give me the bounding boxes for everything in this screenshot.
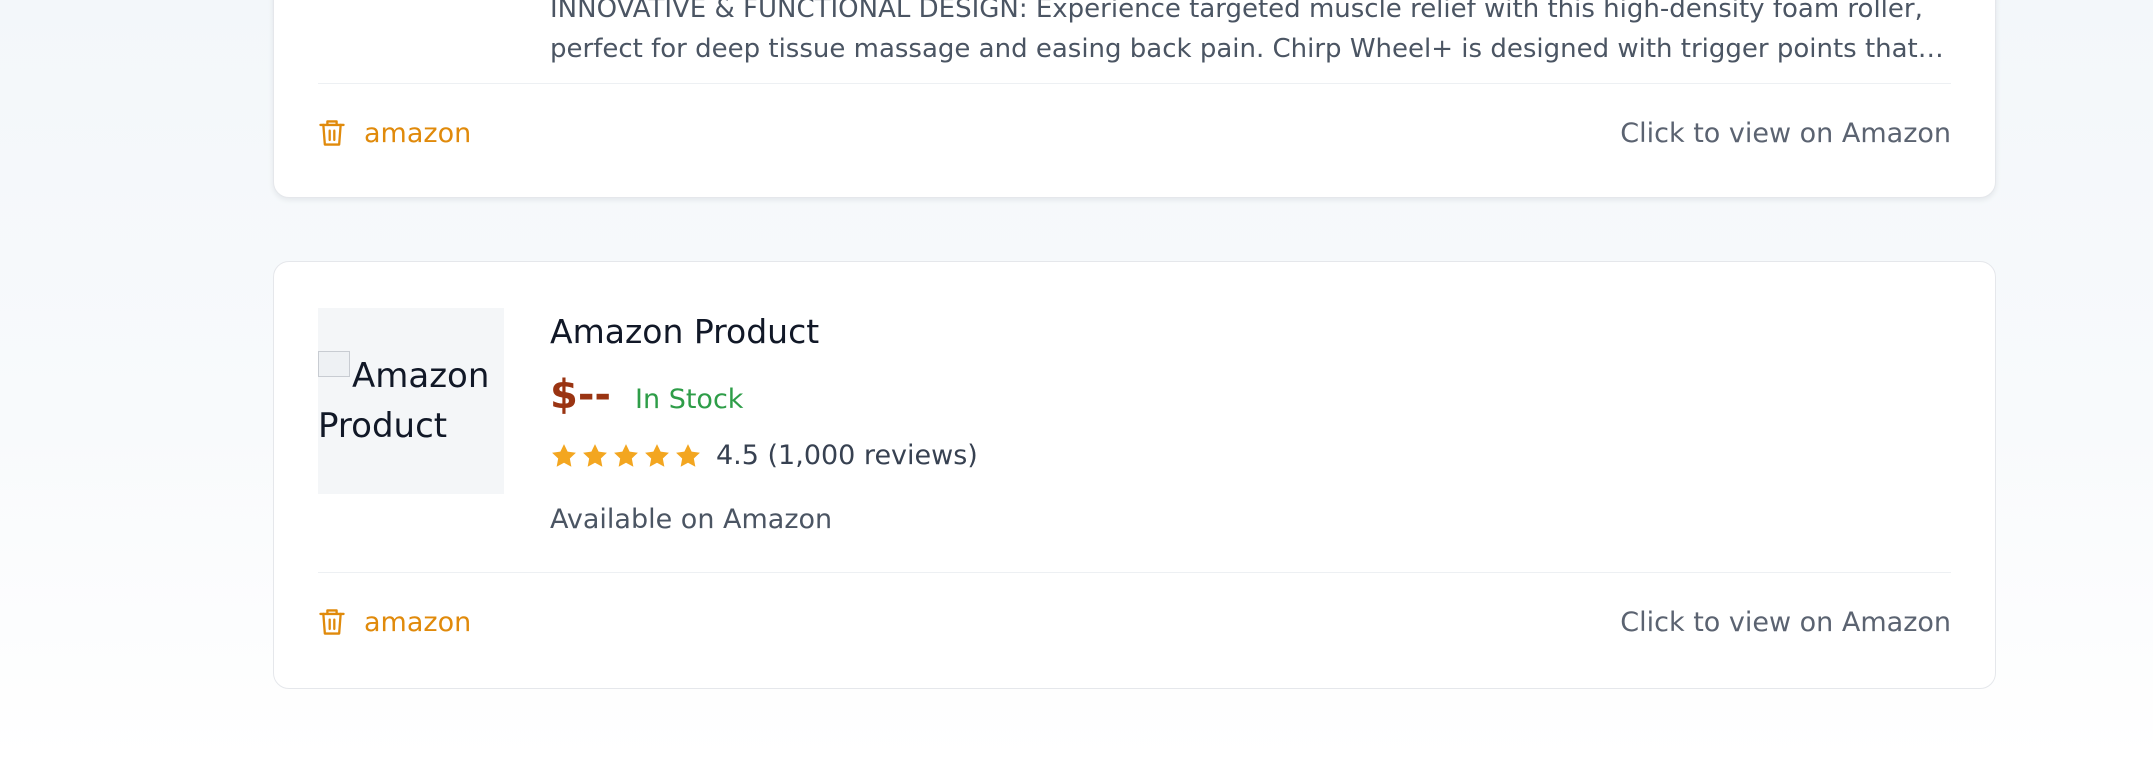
price-row: $-- In Stock — [550, 372, 743, 418]
product-price: $-- — [550, 372, 612, 418]
star-icon — [676, 443, 700, 467]
image-alt-text: Product — [318, 406, 448, 446]
rating-row: 4.5 (1,000 reviews) — [550, 440, 978, 471]
product-description: INNOVATIVE & FUNCTIONAL DESIGN: Experien… — [550, 0, 1950, 69]
product-card[interactable]: Amazon Product Amazon Product $-- In Sto… — [273, 261, 1996, 689]
card-footer: amazon Click to view on Amazon — [318, 602, 1951, 642]
view-on-amazon-link[interactable]: Click to view on Amazon — [1620, 118, 1951, 149]
source-badge: amazon — [318, 118, 471, 149]
broken-image-alt: Amazon Product — [318, 351, 489, 451]
description-line: perfect for deep tissue massage and easi… — [550, 34, 1944, 64]
star-rating — [550, 442, 702, 470]
trash-icon — [319, 120, 345, 146]
broken-image-icon — [318, 351, 350, 377]
product-image[interactable]: Amazon Product — [318, 308, 504, 494]
source-badge: amazon — [318, 607, 471, 638]
card-divider — [318, 572, 1951, 573]
availability-text: Available on Amazon — [550, 504, 833, 535]
star-icon — [645, 443, 669, 467]
card-divider — [318, 83, 1951, 84]
stock-status: In Stock — [635, 384, 744, 415]
product-title[interactable]: Amazon Product — [550, 312, 819, 351]
trash-icon — [319, 609, 345, 635]
star-icon — [552, 443, 576, 467]
star-icon — [583, 443, 607, 467]
source-label: amazon — [364, 606, 472, 638]
view-on-amazon-link[interactable]: Click to view on Amazon — [1620, 607, 1951, 638]
card-footer: amazon Click to view on Amazon — [318, 113, 1951, 153]
description-line: INNOVATIVE & FUNCTIONAL DESIGN: Experien… — [550, 0, 1923, 24]
source-label: amazon — [364, 117, 472, 149]
rating-text: 4.5 (1,000 reviews) — [716, 440, 978, 471]
star-icon — [614, 443, 638, 467]
image-alt-text: Amazon — [352, 356, 490, 396]
product-card[interactable]: INNOVATIVE & FUNCTIONAL DESIGN: Experien… — [273, 0, 1996, 198]
